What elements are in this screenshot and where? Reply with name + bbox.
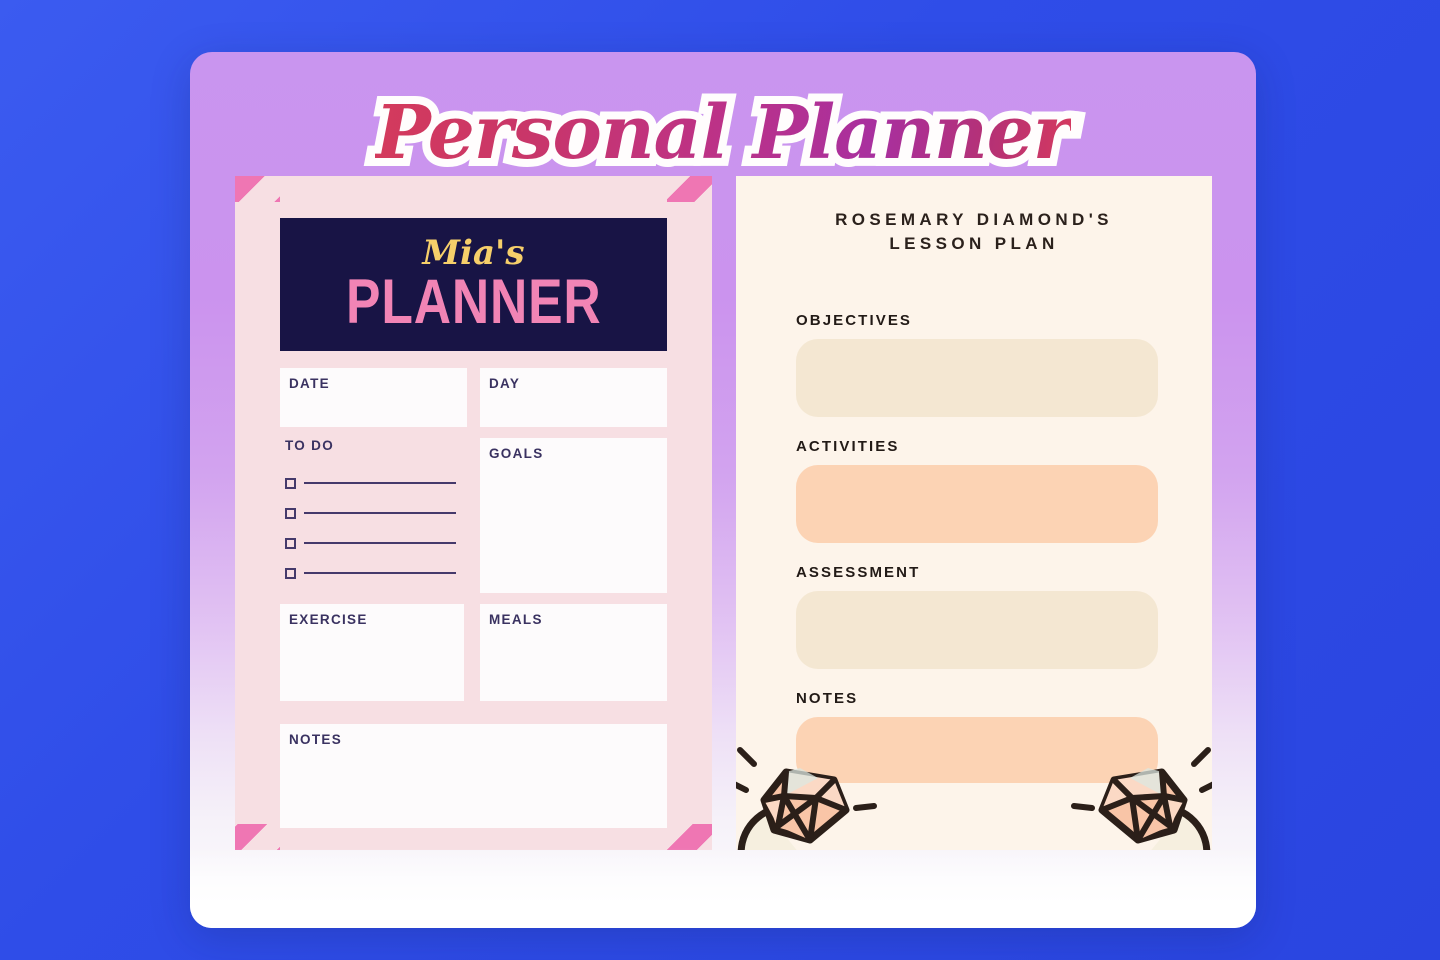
checkbox-icon[interactable] <box>285 507 296 519</box>
page-title-text: Personal Planner <box>375 90 1072 176</box>
todo-item[interactable] <box>285 498 472 528</box>
planner-title-word: PLANNER <box>345 267 602 338</box>
page-title-outline: Personal Planner <box>367 88 1080 178</box>
field-notes-label: NOTES <box>289 732 343 747</box>
todo-write-line <box>304 572 456 574</box>
field-day[interactable]: DAY <box>480 368 667 427</box>
planner-stage: Mia's PLANNER DATE DAY TO DO GOALS EXERC… <box>190 52 1256 928</box>
todo-item[interactable] <box>285 528 472 558</box>
field-todo[interactable]: TO DO <box>280 438 467 593</box>
field-date[interactable]: DATE <box>280 368 467 427</box>
checkbox-icon[interactable] <box>285 537 296 549</box>
field-todo-label: TO DO <box>285 438 335 453</box>
todo-write-line <box>304 482 456 484</box>
todo-item[interactable] <box>285 468 472 498</box>
personal-planner-card: Mia's PLANNER DATE DAY TO DO GOALS EXERC… <box>235 176 712 850</box>
field-goals-label: GOALS <box>489 446 544 461</box>
lesson-plan-card: ROSEMARY DIAMOND'S LESSON PLAN OBJECTIVE… <box>736 176 1212 850</box>
section-objectives-input[interactable] <box>796 339 1158 417</box>
checkbox-icon[interactable] <box>285 477 296 489</box>
checkbox-icon[interactable] <box>285 567 296 579</box>
lesson-plan-title-line-2: LESSON PLAN <box>889 234 1059 254</box>
section-assessment-label: ASSESSMENT <box>796 564 921 581</box>
planner-header: Mia's PLANNER <box>280 218 667 351</box>
field-meals[interactable]: MEALS <box>480 604 667 701</box>
diamond-ring-icon <box>1070 738 1212 850</box>
section-activities: ACTIVITIES <box>796 438 1158 543</box>
field-date-label: DATE <box>289 376 330 391</box>
field-meals-label: MEALS <box>489 612 543 627</box>
todo-write-line <box>304 542 456 544</box>
page-title: Personal Planner Personal Planner <box>190 88 1256 178</box>
lesson-plan-title: ROSEMARY DIAMOND'S LESSON PLAN <box>736 208 1212 256</box>
todo-list <box>285 468 472 588</box>
section-assessment-input[interactable] <box>796 591 1158 669</box>
field-exercise[interactable]: EXERCISE <box>280 604 464 701</box>
lesson-plan-title-line-1: ROSEMARY DIAMOND'S <box>835 210 1113 229</box>
section-assessment: ASSESSMENT <box>796 564 1158 669</box>
field-exercise-label: EXERCISE <box>289 612 368 627</box>
stage-bottom-fade <box>190 848 1256 928</box>
field-day-label: DAY <box>489 376 521 391</box>
field-goals[interactable]: GOALS <box>480 438 667 593</box>
todo-write-line <box>304 512 456 514</box>
planner-owner-name: Mia's <box>422 233 525 274</box>
section-objectives-label: OBJECTIVES <box>796 312 913 329</box>
todo-item[interactable] <box>285 558 472 588</box>
section-activities-label: ACTIVITIES <box>796 438 900 455</box>
section-objectives: OBJECTIVES <box>796 312 1158 417</box>
section-activities-input[interactable] <box>796 465 1158 543</box>
section-notes-label: NOTES <box>796 690 859 707</box>
field-notes[interactable]: NOTES <box>280 724 667 828</box>
diamond-ring-icon <box>736 738 878 850</box>
